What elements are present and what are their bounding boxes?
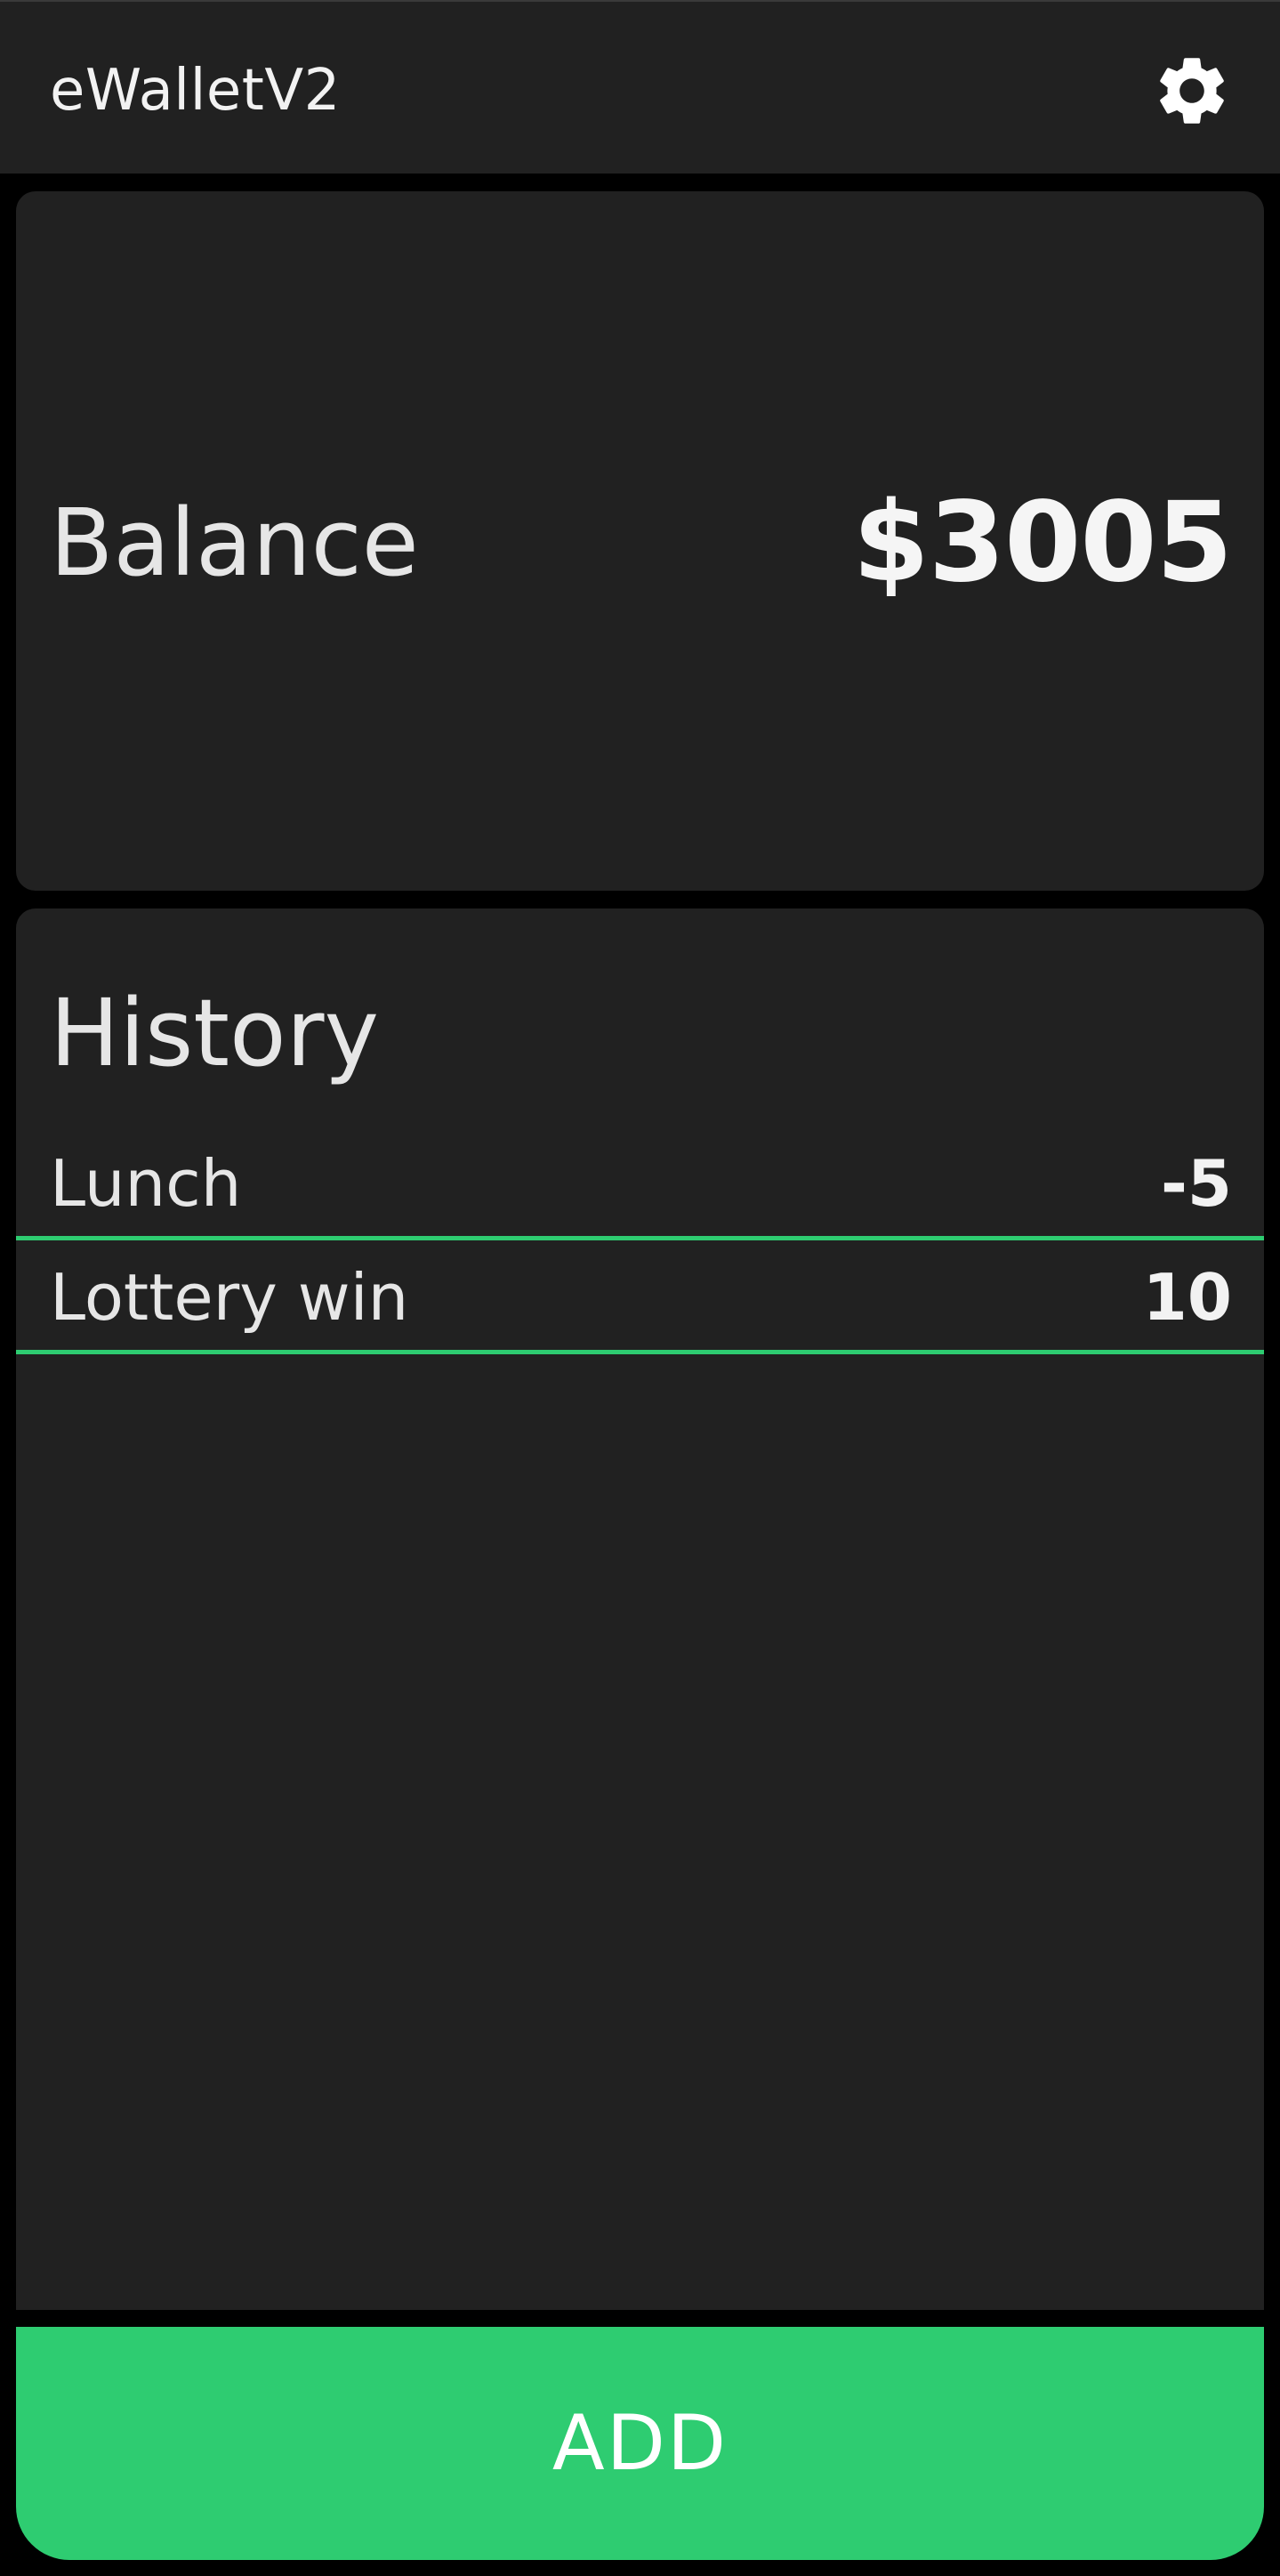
balance-card: Balance $3005 — [16, 191, 1264, 891]
history-title: History — [50, 979, 379, 1087]
history-item-label: Lunch — [50, 1146, 242, 1221]
history-list: Lunch -5 Lottery win 10 — [16, 1126, 1264, 1354]
history-item[interactable]: Lottery win 10 — [16, 1240, 1264, 1354]
history-item-label: Lottery win — [50, 1260, 409, 1335]
balance-value: $3005 — [852, 479, 1233, 607]
app-title: eWalletV2 — [50, 58, 341, 124]
add-button[interactable]: ADD — [16, 2327, 1264, 2560]
history-item[interactable]: Lunch -5 — [16, 1126, 1264, 1240]
history-card: History Lunch -5 Lottery win 10 — [16, 908, 1264, 2310]
gear-icon — [1160, 58, 1224, 124]
add-button-label: ADD — [551, 2399, 729, 2488]
history-item-amount: -5 — [1161, 1146, 1232, 1221]
app-bar: eWalletV2 — [0, 0, 1280, 174]
history-item-amount: 10 — [1142, 1260, 1232, 1335]
balance-label: Balance — [50, 489, 419, 597]
settings-button[interactable] — [1147, 46, 1236, 135]
